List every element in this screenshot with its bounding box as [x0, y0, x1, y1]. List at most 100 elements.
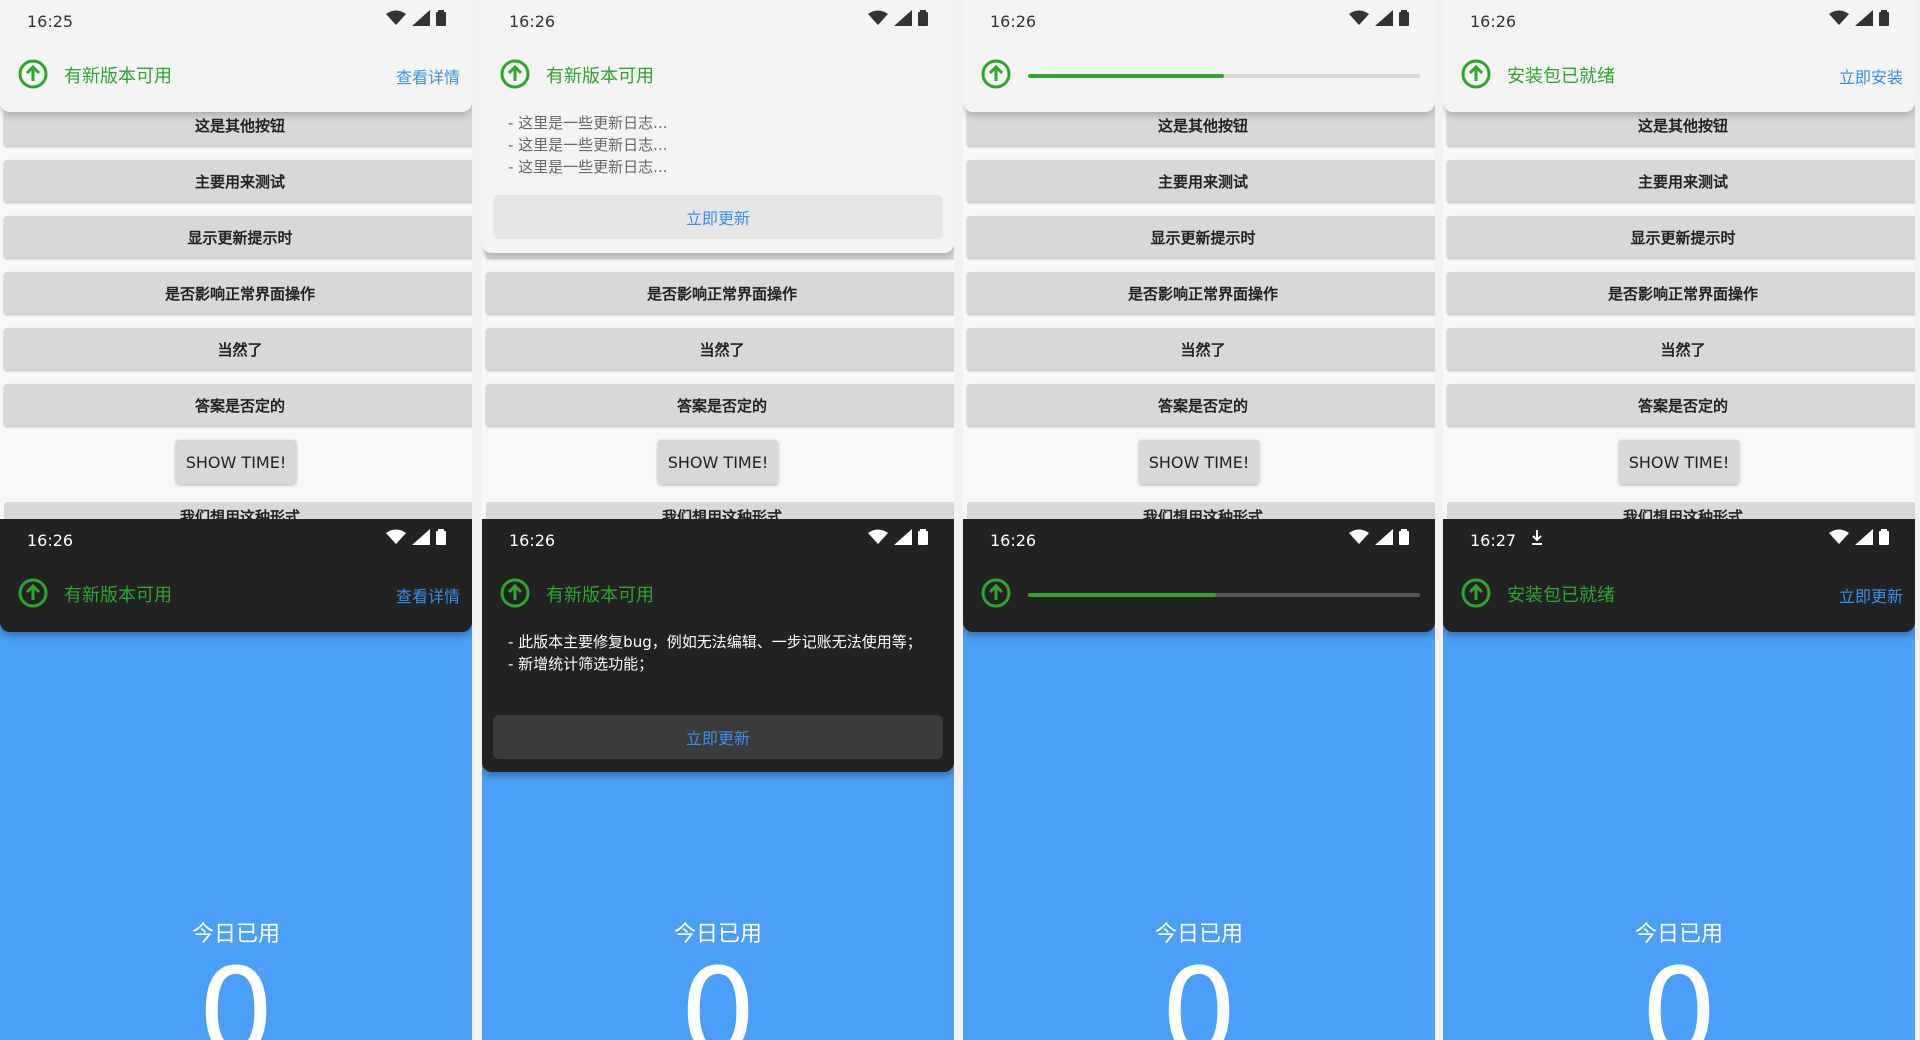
status-icons [386, 10, 446, 26]
screen-column-2: 这是其他按钮 主要用来测试 显示更新提示时 是否影响正常界面操作 当然了 答案是… [482, 0, 954, 1040]
view-details-link[interactable]: 查看详情 [396, 64, 460, 88]
hint-button[interactable]: 显示更新提示时 [4, 216, 472, 258]
battery-icon [1879, 10, 1889, 26]
signal-icon [1375, 10, 1393, 26]
status-time: 16:27 [1470, 531, 1517, 550]
changelog-line: - 这里是一些更新日志... [508, 158, 668, 176]
partial-button[interactable]: 我们想用这种形式 [486, 502, 954, 519]
affect-button[interactable]: 是否影响正常界面操作 [967, 272, 1435, 314]
update-banner-dark[interactable]: 16:26 有新版本可用 查看详情 [0, 519, 472, 632]
signal-icon [1375, 529, 1393, 545]
partial-button[interactable]: 我们想用这种形式 [967, 502, 1435, 519]
show-time-button[interactable]: SHOW TIME! [1139, 440, 1259, 484]
test-button[interactable]: 主要用来测试 [4, 160, 472, 202]
arrow-up-circle-icon [500, 59, 530, 89]
status-icons [386, 529, 446, 545]
ofcourse-button[interactable]: 当然了 [486, 328, 954, 370]
today-used-value: 0 [197, 944, 275, 1040]
status-icons [868, 529, 928, 545]
banner-title: 安装包已就绪 [1507, 66, 1615, 87]
signal-icon [1855, 529, 1873, 545]
download-progress-fill [1028, 593, 1217, 597]
status-bar: 16:25 [0, 0, 472, 44]
answer-button[interactable]: 答案是否定的 [967, 384, 1435, 426]
today-used-value: 0 [679, 944, 757, 1040]
banner-header: 有新版本可用 [500, 56, 954, 96]
ofcourse-button[interactable]: 当然了 [4, 328, 472, 370]
download-banner: 16:26 [963, 0, 1435, 112]
changelog-line: - 新增统计筛选功能； [508, 655, 654, 673]
signal-icon [412, 10, 430, 26]
battery-icon [1879, 529, 1889, 545]
light-screen: 这是其他按钮 主要用来测试 显示更新提示时 是否影响正常界面操作 当然了 答案是… [0, 0, 472, 519]
dark-screen: 今日已用 0 16:26 有新版本可用 - 此版本主要修复bug，例如无法编辑、… [482, 519, 954, 1040]
answer-button[interactable]: 答案是否定的 [4, 384, 472, 426]
show-time-button[interactable]: SHOW TIME! [176, 440, 296, 484]
status-time: 16:26 [990, 531, 1037, 550]
light-screen: 这是其他按钮 主要用来测试 显示更新提示时 是否影响正常界面操作 当然了 答案是… [482, 0, 954, 519]
changelog: - 此版本主要修复bug，例如无法编辑、一步记账无法使用等； - 新增统计筛选功… [508, 631, 924, 675]
show-time-button[interactable]: SHOW TIME! [1619, 440, 1739, 484]
banner-header [981, 575, 1435, 615]
update-now-link[interactable]: 立即更新 [1839, 583, 1903, 607]
arrow-up-circle-icon [18, 578, 48, 608]
wifi-icon [1829, 529, 1849, 544]
download-icon [1532, 530, 1542, 545]
status-time: 16:26 [509, 12, 556, 31]
signal-icon [894, 10, 912, 26]
affect-button[interactable]: 是否影响正常界面操作 [1447, 272, 1915, 314]
banner-header: 有新版本可用 查看详情 [18, 56, 472, 96]
changelog-line: - 这里是一些更新日志... [508, 114, 668, 132]
dark-screen: 今日已用 0 16:27 安装包已就绪 立即更新 [1443, 519, 1915, 1040]
battery-icon [918, 10, 928, 26]
hint-button[interactable]: 显示更新提示时 [1447, 216, 1915, 258]
status-bar: 16:26 [0, 519, 472, 563]
hint-button[interactable]: 显示更新提示时 [967, 216, 1435, 258]
install-banner-dark[interactable]: 16:27 安装包已就绪 立即更新 [1443, 519, 1915, 632]
status-bar: 16:27 [1443, 519, 1915, 563]
status-time: 16:25 [27, 12, 74, 31]
wifi-icon [868, 529, 888, 544]
today-used-value: 0 [1640, 944, 1718, 1040]
update-banner-expanded-dark[interactable]: 16:26 有新版本可用 - 此版本主要修复bug，例如无法编辑、一步记账无法使… [482, 519, 954, 772]
banner-title: 安装包已就绪 [1507, 585, 1615, 606]
arrow-up-circle-icon [981, 578, 1011, 608]
test-button[interactable]: 主要用来测试 [1447, 160, 1915, 202]
arrow-up-circle-icon [500, 578, 530, 608]
screen-column-4: 这是其他按钮 主要用来测试 显示更新提示时 是否影响正常界面操作 当然了 答案是… [1443, 0, 1915, 1040]
affect-button[interactable]: 是否影响正常界面操作 [4, 272, 472, 314]
banner-header [981, 56, 1435, 96]
changelog-line: - 这里是一些更新日志... [508, 136, 668, 154]
show-time-button[interactable]: SHOW TIME! [658, 440, 778, 484]
arrow-up-circle-icon [981, 59, 1011, 89]
update-now-button[interactable]: 立即更新 [493, 195, 943, 239]
ofcourse-button[interactable]: 当然了 [1447, 328, 1915, 370]
banner-header: 安装包已就绪 立即安装 [1461, 56, 1915, 96]
view-details-link[interactable]: 查看详情 [396, 583, 460, 607]
status-bar: 16:26 [963, 0, 1435, 44]
ofcourse-button[interactable]: 当然了 [967, 328, 1435, 370]
banner-header: 有新版本可用 [500, 575, 954, 615]
arrow-up-circle-icon [1461, 578, 1491, 608]
dark-screen: 今日已用 0 16:26 有新版本可用 查看详情 [0, 519, 472, 1040]
status-bar: 16:26 [482, 0, 954, 44]
partial-button[interactable]: 我们想用这种形式 [4, 502, 472, 519]
banner-header: 安装包已就绪 立即更新 [1461, 575, 1915, 615]
affect-button[interactable]: 是否影响正常界面操作 [486, 272, 954, 314]
today-used-value: 0 [1160, 944, 1238, 1040]
status-icons [1349, 10, 1409, 26]
install-banner[interactable]: 16:26 安装包已就绪 立即安装 [1443, 0, 1915, 112]
partial-button[interactable]: 我们想用这种形式 [1447, 502, 1915, 519]
update-banner-expanded[interactable]: 16:26 有新版本可用 - 这里是一些更新日志... - 这里是一些更新日志.… [482, 0, 954, 253]
banner-title: 有新版本可用 [64, 66, 172, 87]
answer-button[interactable]: 答案是否定的 [486, 384, 954, 426]
wifi-icon [1829, 10, 1849, 25]
update-banner[interactable]: 16:25 有新版本可用 查看详情 [0, 0, 472, 112]
answer-button[interactable]: 答案是否定的 [1447, 384, 1915, 426]
status-icons [1829, 10, 1889, 26]
test-button[interactable]: 主要用来测试 [967, 160, 1435, 202]
install-now-link[interactable]: 立即安装 [1839, 64, 1903, 88]
battery-icon [436, 529, 446, 545]
update-now-button[interactable]: 立即更新 [493, 715, 943, 759]
light-screen: 这是其他按钮 主要用来测试 显示更新提示时 是否影响正常界面操作 当然了 答案是… [963, 0, 1435, 519]
